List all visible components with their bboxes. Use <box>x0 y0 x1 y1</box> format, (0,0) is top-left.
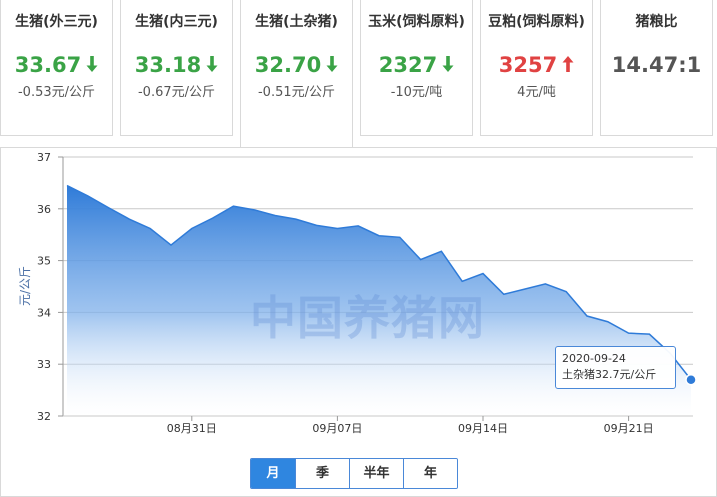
card-price-value: 14.47:1 <box>611 53 702 77</box>
card-change: 4元/吨 <box>517 85 556 100</box>
card-price: 3257 <box>481 53 592 77</box>
card-price: 33.67 <box>1 53 112 77</box>
arrow-down-icon <box>206 56 218 77</box>
card-title: 玉米(饲料原料) <box>368 14 465 30</box>
card-price: 14.47:1 <box>601 53 712 77</box>
card-change: -0.53元/公斤 <box>17 85 96 100</box>
arrow-down-icon <box>86 56 98 77</box>
arrow-up-icon <box>562 56 574 77</box>
card-price-value: 32.70 <box>254 53 322 77</box>
range-tab[interactable]: 年 <box>403 459 457 488</box>
price-card[interactable]: 生猪(内三元) 33.18 -0.67元/公斤 <box>120 0 233 136</box>
card-title: 生猪(内三元) <box>135 14 218 30</box>
range-tabs: 月季半年年 <box>250 458 458 489</box>
card-price-value: 3257 <box>498 53 558 77</box>
tooltip-date: 2020-09-24 <box>562 352 626 365</box>
card-price-value: 33.18 <box>134 53 202 77</box>
card-price: 32.70 <box>241 53 352 77</box>
card-change: -0.51元/公斤 <box>257 85 336 100</box>
tooltip-value: 土杂猪32.7元/公斤 <box>562 368 657 381</box>
range-tab[interactable]: 月 <box>251 459 295 488</box>
watermark: 中国养猪网 <box>250 291 485 345</box>
card-title: 猪粮比 <box>635 14 678 30</box>
arrow-down-icon <box>442 56 454 77</box>
price-card[interactable]: 豆粕(饲料原料) 3257 4元/吨 <box>480 0 593 136</box>
card-price-value: 2327 <box>378 53 438 77</box>
card-price-value: 33.67 <box>14 53 82 77</box>
range-tab[interactable]: 半年 <box>349 459 403 488</box>
price-card[interactable]: 玉米(饲料原料) 2327 -10元/吨 <box>360 0 473 136</box>
price-card[interactable]: 生猪(土杂猪) 32.70 -0.51元/公斤 <box>240 0 353 148</box>
range-tab[interactable]: 季 <box>295 459 349 488</box>
price-cards: 生猪(外三元) 33.67 -0.53元/公斤 生猪(内三元) 33.18 -0.67元/… <box>0 0 717 148</box>
card-title: 豆粕(饲料原料) <box>488 14 585 30</box>
card-title: 生猪(土杂猪) <box>255 14 338 30</box>
price-card[interactable]: 生猪(外三元) 33.67 -0.53元/公斤 <box>0 0 113 136</box>
card-change: -0.67元/公斤 <box>137 85 216 100</box>
arrow-down-icon <box>326 56 338 77</box>
card-change: -10元/吨 <box>390 85 443 100</box>
card-price: 33.18 <box>121 53 232 77</box>
price-card[interactable]: 猪粮比 14.47:1 <box>600 0 713 136</box>
chart-tooltip: 2020-09-24 土杂猪32.7元/公斤 <box>555 346 676 389</box>
card-price: 2327 <box>361 53 472 77</box>
card-title: 生猪(外三元) <box>15 14 98 30</box>
